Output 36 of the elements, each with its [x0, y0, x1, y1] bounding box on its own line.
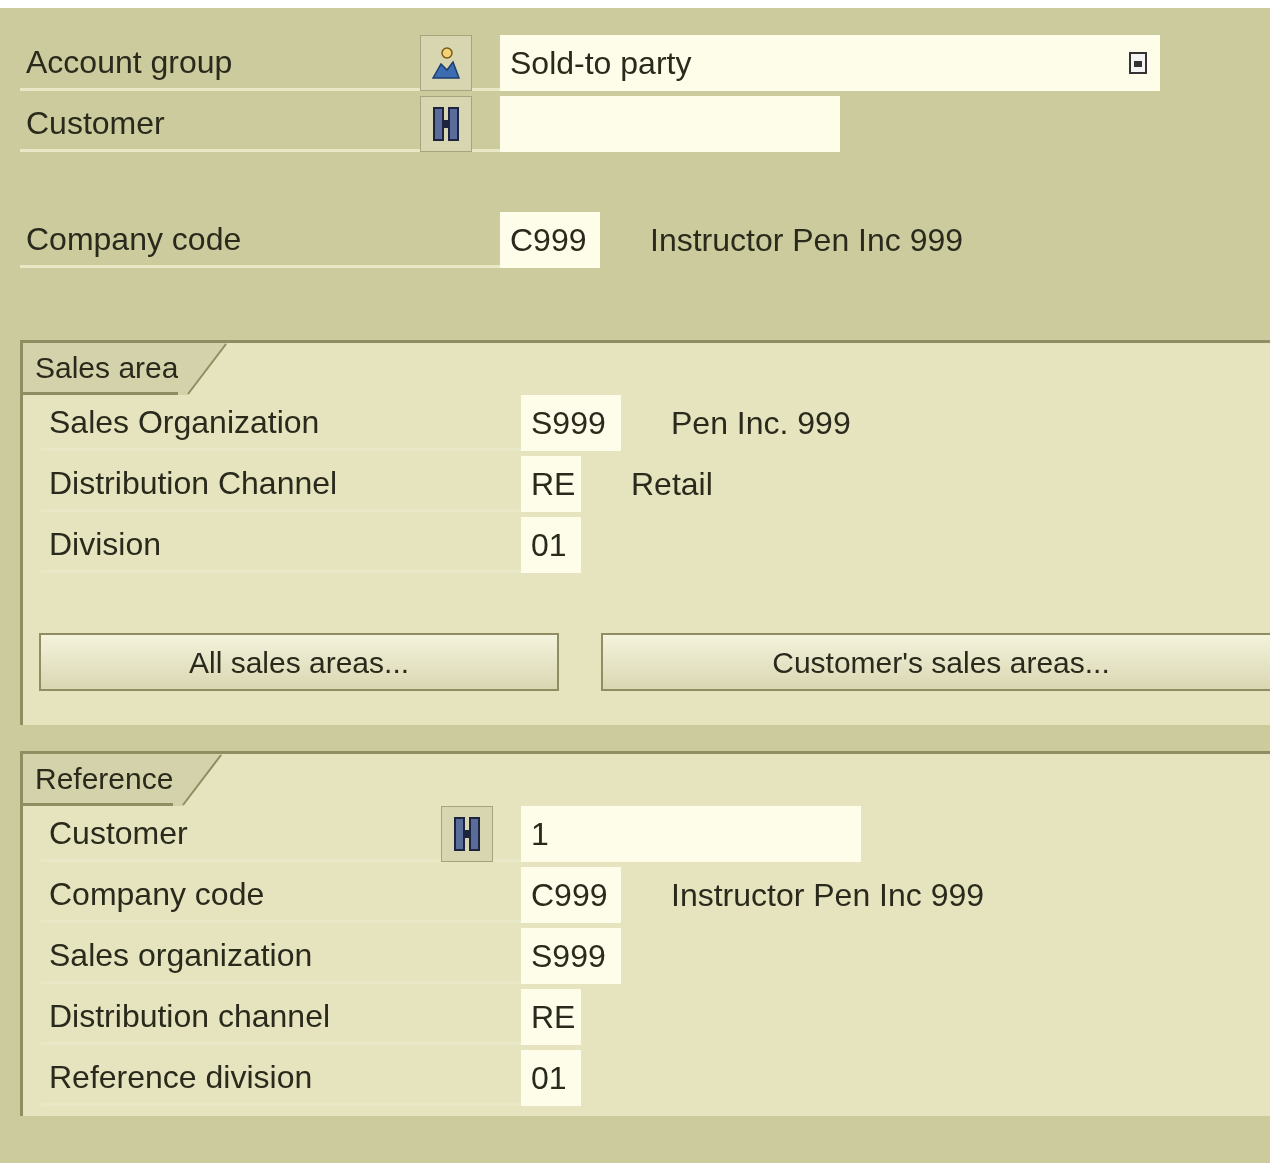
binoculars-icon	[453, 816, 481, 852]
field-description: Retail	[631, 465, 713, 504]
action-button[interactable]: Customer's sales areas...	[601, 633, 1270, 691]
input-field[interactable]: S999	[521, 395, 621, 451]
field-description: Pen Inc. 999	[671, 404, 851, 443]
input-field[interactable]: Sold-to party	[500, 35, 1160, 91]
input-field[interactable]	[500, 96, 840, 152]
input-field[interactable]: 01	[521, 1050, 581, 1106]
field-label: Distribution channel	[49, 996, 331, 1036]
group-title: Sales area	[35, 350, 179, 386]
action-button[interactable]: All sales areas...	[39, 633, 559, 691]
search-help-button[interactable]	[420, 96, 472, 152]
field-label: Sales organization	[49, 935, 313, 975]
input-field[interactable]: RE	[521, 456, 581, 512]
input-field[interactable]: S999	[521, 928, 621, 984]
dropdown-icon[interactable]	[1128, 51, 1148, 75]
input-field[interactable]: 01	[521, 517, 581, 573]
input-field[interactable]: C999	[521, 867, 621, 923]
field-label: Company code	[26, 219, 242, 259]
field-label: Division	[49, 524, 162, 564]
field-label: Distribution Channel	[49, 463, 338, 503]
field-label: Customer	[49, 813, 188, 853]
binoculars-icon	[432, 106, 460, 142]
input-field[interactable]: 1	[521, 806, 861, 862]
field-label: Company code	[49, 874, 265, 914]
input-field[interactable]: RE	[521, 989, 581, 1045]
person-button[interactable]	[420, 35, 472, 91]
field-description: Instructor Pen Inc 999	[671, 876, 985, 915]
search-help-button[interactable]	[441, 806, 493, 862]
group-title: Reference	[35, 761, 174, 797]
field-label: Account group	[26, 42, 233, 82]
input-field[interactable]: C999	[500, 212, 600, 268]
field-description: Instructor Pen Inc 999	[650, 221, 964, 260]
field-label: Sales Organization	[49, 402, 320, 442]
field-label: Customer	[26, 103, 165, 143]
field-label: Reference division	[49, 1057, 313, 1097]
